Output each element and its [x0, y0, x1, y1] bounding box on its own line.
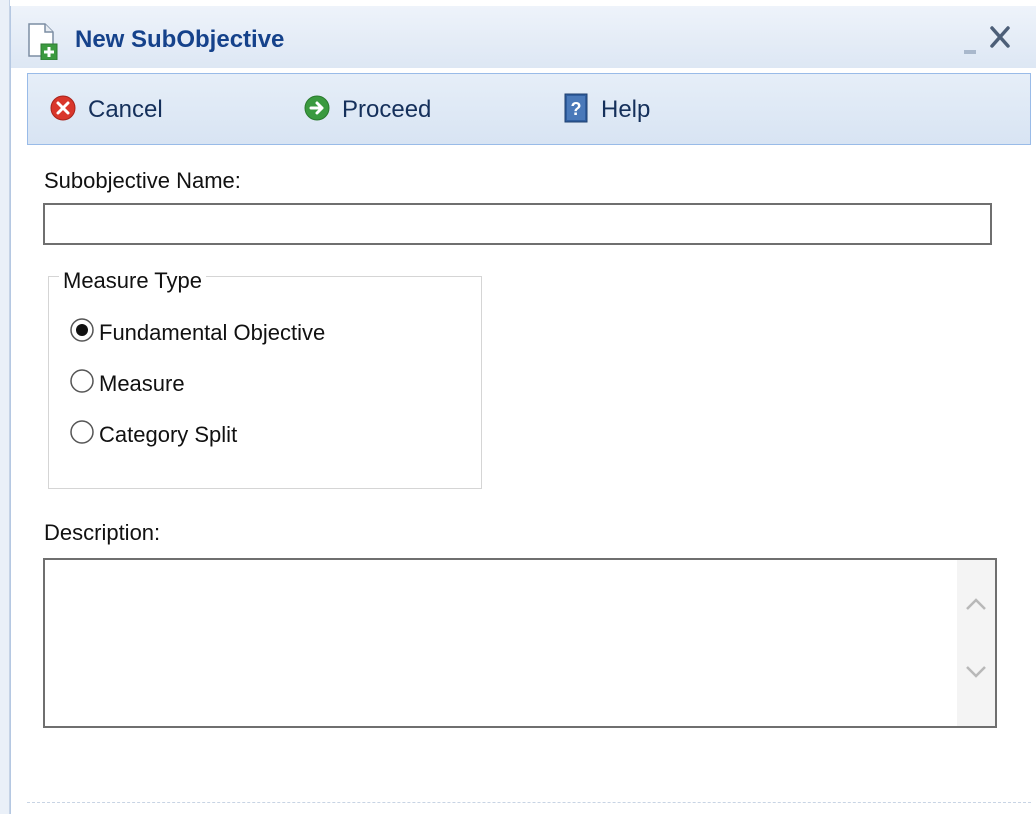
- window-title: New SubObjective: [75, 26, 285, 53]
- window-left-edge: [0, 0, 10, 814]
- dialog-window: New SubObjective Cancel Proceed ? Help S…: [10, 6, 1036, 814]
- cancel-icon: [50, 95, 76, 126]
- radio-fundamental-objective[interactable]: Fundamental Objective: [69, 317, 325, 348]
- subobjective-name-label: Subobjective Name:: [44, 168, 241, 193]
- scroll-down-icon[interactable]: [964, 664, 988, 685]
- svg-text:?: ?: [571, 99, 582, 119]
- footer-divider: [27, 802, 1031, 803]
- radio-unselected-icon[interactable]: [69, 368, 95, 399]
- radio-measure[interactable]: Measure: [69, 368, 185, 399]
- radio-selected-icon[interactable]: [69, 317, 95, 348]
- radio-category-split[interactable]: Category Split: [69, 419, 237, 450]
- radio-label: Fundamental Objective: [99, 319, 326, 345]
- toolbar: Cancel Proceed ? Help: [27, 73, 1031, 145]
- radio-label: Category Split: [99, 421, 238, 447]
- cancel-label: Cancel: [88, 96, 163, 123]
- close-icon[interactable]: [987, 24, 1013, 50]
- help-button[interactable]: ? Help: [563, 74, 650, 146]
- proceed-arrow-icon: [304, 95, 330, 126]
- description-scrollbar[interactable]: [957, 560, 995, 726]
- proceed-label: Proceed: [342, 96, 432, 123]
- scroll-up-icon[interactable]: [964, 596, 988, 617]
- measure-type-legend: Measure Type: [59, 268, 207, 294]
- help-label: Help: [601, 96, 651, 123]
- radio-label: Measure: [99, 370, 185, 396]
- new-document-icon: [25, 22, 59, 61]
- help-icon: ?: [563, 93, 589, 128]
- radio-unselected-icon[interactable]: [69, 419, 95, 450]
- minimize-icon[interactable]: [964, 50, 976, 54]
- description-label: Description:: [44, 520, 161, 545]
- title-bar[interactable]: New SubObjective: [11, 6, 1036, 68]
- proceed-button[interactable]: Proceed: [304, 74, 431, 146]
- cancel-button[interactable]: Cancel: [50, 74, 163, 146]
- description-textarea[interactable]: [43, 558, 997, 728]
- subobjective-name-input[interactable]: [43, 203, 992, 245]
